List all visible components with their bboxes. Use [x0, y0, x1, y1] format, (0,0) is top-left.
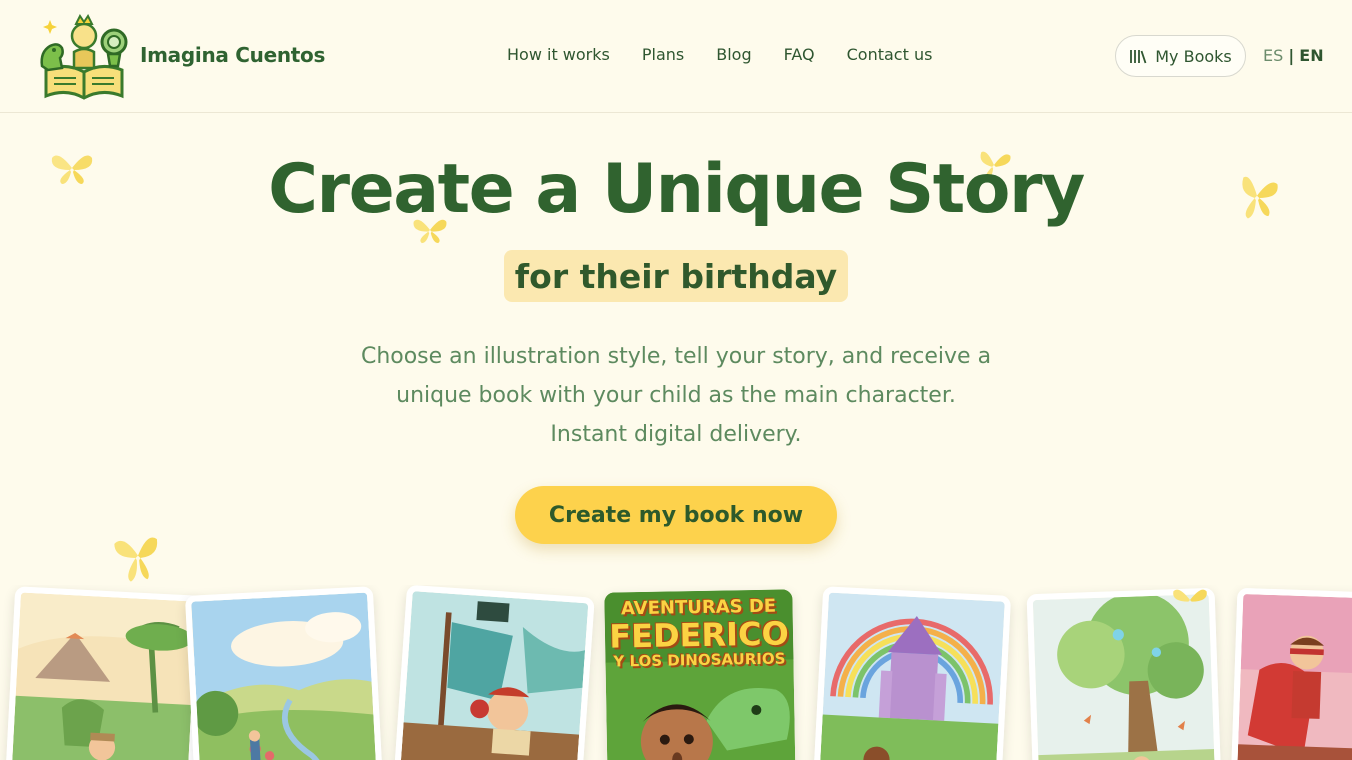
language-switcher: ES | EN: [1263, 46, 1324, 65]
book-cover-image: [191, 592, 377, 760]
nav-faq[interactable]: FAQ: [784, 45, 815, 64]
butterfly-icon: [1173, 589, 1207, 602]
lang-separator: |: [1288, 46, 1295, 65]
hero-title: Create a Unique Story: [268, 150, 1085, 229]
book-card-federico-dinosaurs[interactable]: AVENTURAS DE FEDERICO Y LOS DINOSAURIOS: [604, 589, 796, 760]
nav-blog[interactable]: Blog: [716, 45, 751, 64]
book-card-dinosaur-jungle[interactable]: [4, 586, 204, 760]
library-books-icon: [1130, 50, 1147, 64]
book-cover-image: [819, 592, 1005, 760]
my-books-label: My Books: [1155, 46, 1232, 66]
butterfly-icon: [114, 537, 158, 582]
book-card-superhero[interactable]: [1230, 587, 1352, 760]
main-nav: How it works Plans Blog FAQ Contact us: [507, 45, 932, 64]
hero-subtitle-badge: for their birthday: [504, 250, 848, 302]
book-gallery: AVENTURAS DE FEDERICO Y LOS DINOSAURIOS: [0, 585, 1352, 760]
featured-cover-title: AVENTURAS DE FEDERICO Y LOS DINOSAURIOS: [604, 596, 793, 671]
create-book-button[interactable]: Create my book now: [515, 486, 837, 544]
nav-how-it-works[interactable]: How it works: [507, 45, 610, 64]
dinosaur-princess-book-logo-icon: [40, 14, 128, 100]
book-cover-image: [1236, 593, 1352, 760]
book-cover-image: [11, 592, 197, 760]
brand-name[interactable]: Imagina Cuentos: [140, 43, 325, 67]
lang-en-link[interactable]: EN: [1299, 46, 1323, 65]
book-card-valley[interactable]: [184, 586, 384, 760]
cover-line-2: FEDERICO: [609, 614, 790, 656]
logo-link[interactable]: [36, 12, 132, 102]
hero-description: Choose an illustration style, tell your …: [360, 344, 992, 447]
book-card-pirate[interactable]: [393, 585, 595, 760]
cover-line-3: Y LOS DINOSAURIOS: [613, 649, 786, 671]
site-header: Imagina Cuentos How it works Plans Blog …: [0, 0, 1352, 113]
my-books-button[interactable]: My Books: [1115, 35, 1246, 77]
nav-plans[interactable]: Plans: [642, 45, 684, 64]
lang-es-link[interactable]: ES: [1263, 46, 1283, 65]
book-card-castle-rainbow[interactable]: [812, 586, 1012, 760]
nav-contact-us[interactable]: Contact us: [847, 45, 933, 64]
book-cover-image: [399, 591, 589, 760]
book-cover-image: [1032, 593, 1216, 760]
